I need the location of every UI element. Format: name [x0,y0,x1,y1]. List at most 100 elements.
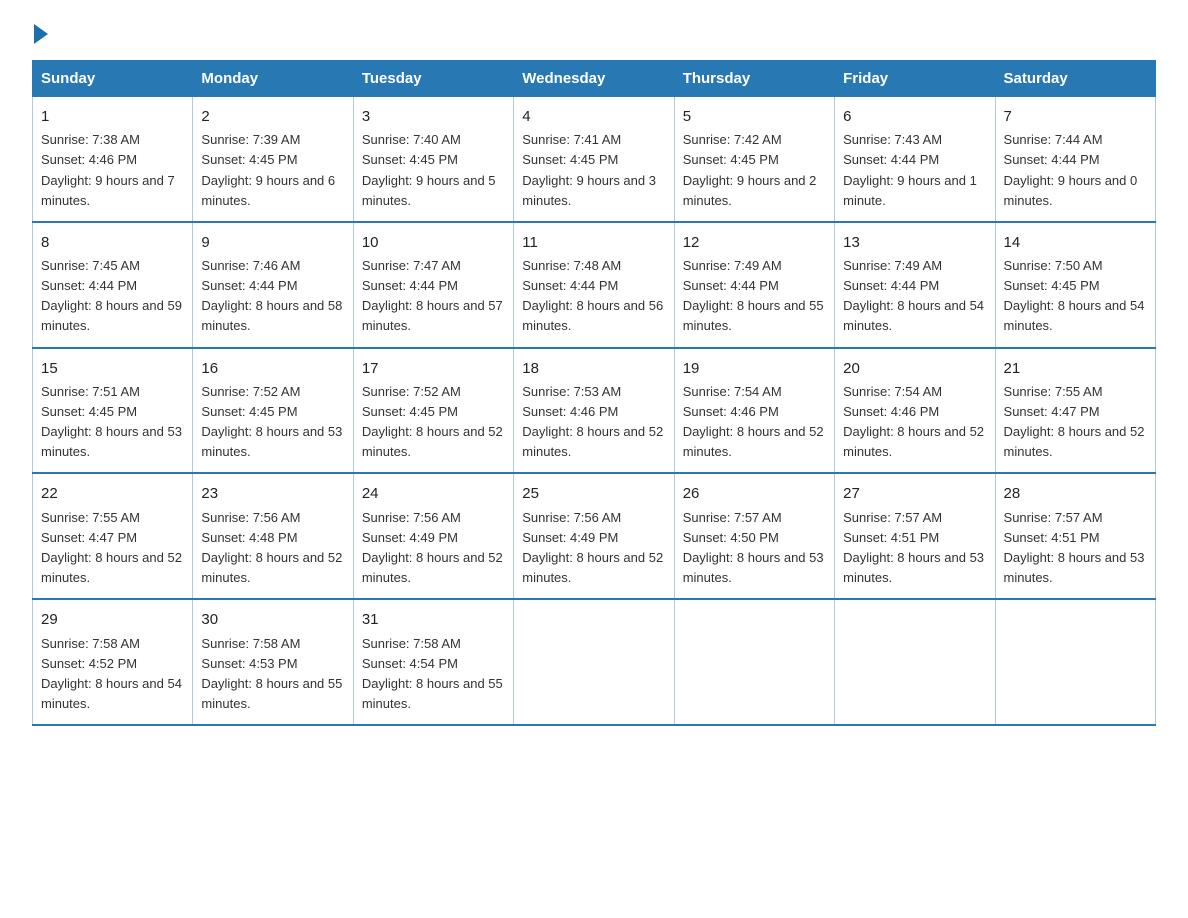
day-info: Sunrise: 7:55 AMSunset: 4:47 PMDaylight:… [41,510,182,585]
day-number: 12 [683,231,826,254]
calendar-body: 1Sunrise: 7:38 AMSunset: 4:46 PMDaylight… [33,97,1156,726]
day-info: Sunrise: 7:49 AMSunset: 4:44 PMDaylight:… [683,258,824,333]
day-cell: 24 Sunrise: 7:56 AMSunset: 4:49 PMDayligh… [353,473,513,599]
day-number: 27 [843,482,986,505]
day-info: Sunrise: 7:47 AMSunset: 4:44 PMDaylight:… [362,258,503,333]
day-cell: 8 Sunrise: 7:45 AMSunset: 4:44 PMDaylight… [33,222,193,348]
day-cell: 15Sunrise: 7:51 AMSunset: 4:45 PMDayligh… [33,348,193,474]
day-info: Sunrise: 7:42 AMSunset: 4:45 PMDaylight:… [683,132,817,207]
day-info: Sunrise: 7:57 AMSunset: 4:51 PMDaylight:… [843,510,984,585]
day-number: 19 [683,357,826,380]
day-info: Sunrise: 7:43 AMSunset: 4:44 PMDaylight:… [843,132,977,207]
day-info: Sunrise: 7:46 AMSunset: 4:44 PMDaylight:… [201,258,342,333]
day-info: Sunrise: 7:58 AMSunset: 4:53 PMDaylight:… [201,636,342,711]
day-info: Sunrise: 7:50 AMSunset: 4:45 PMDaylight:… [1004,258,1145,333]
day-number: 31 [362,608,505,631]
day-info: Sunrise: 7:52 AMSunset: 4:45 PMDaylight:… [362,384,503,459]
day-cell: 19 Sunrise: 7:54 AMSunset: 4:46 PMDayligh… [674,348,834,474]
day-cell: 9Sunrise: 7:46 AMSunset: 4:44 PMDaylight… [193,222,353,348]
day-number: 22 [41,482,184,505]
day-number: 13 [843,231,986,254]
day-cell: 6 Sunrise: 7:43 AMSunset: 4:44 PMDaylight… [835,97,995,222]
day-cell: 17 Sunrise: 7:52 AMSunset: 4:45 PMDayligh… [353,348,513,474]
day-number: 26 [683,482,826,505]
day-info: Sunrise: 7:57 AMSunset: 4:50 PMDaylight:… [683,510,824,585]
week-row-1: 1Sunrise: 7:38 AMSunset: 4:46 PMDaylight… [33,97,1156,222]
day-cell: 16 Sunrise: 7:52 AMSunset: 4:45 PMDayligh… [193,348,353,474]
day-info: Sunrise: 7:53 AMSunset: 4:46 PMDaylight:… [522,384,663,459]
header-cell-saturday: Saturday [995,61,1155,97]
day-cell [514,599,674,725]
day-cell: 13 Sunrise: 7:49 AMSunset: 4:44 PMDayligh… [835,222,995,348]
day-cell: 26 Sunrise: 7:57 AMSunset: 4:50 PMDayligh… [674,473,834,599]
day-info: Sunrise: 7:40 AMSunset: 4:45 PMDaylight:… [362,132,496,207]
day-info: Sunrise: 7:56 AMSunset: 4:48 PMDaylight:… [201,510,342,585]
day-number: 4 [522,105,665,128]
week-row-3: 15Sunrise: 7:51 AMSunset: 4:45 PMDayligh… [33,348,1156,474]
day-cell: 30 Sunrise: 7:58 AMSunset: 4:53 PMDayligh… [193,599,353,725]
day-number: 17 [362,357,505,380]
day-number: 5 [683,105,826,128]
day-number: 7 [1004,105,1147,128]
day-cell: 12 Sunrise: 7:49 AMSunset: 4:44 PMDayligh… [674,222,834,348]
day-number: 24 [362,482,505,505]
day-cell: 22 Sunrise: 7:55 AMSunset: 4:47 PMDayligh… [33,473,193,599]
day-info: Sunrise: 7:54 AMSunset: 4:46 PMDaylight:… [843,384,984,459]
header-row: SundayMondayTuesdayWednesdayThursdayFrid… [33,61,1156,97]
day-number: 30 [201,608,344,631]
day-cell: 18 Sunrise: 7:53 AMSunset: 4:46 PMDayligh… [514,348,674,474]
day-number: 10 [362,231,505,254]
day-info: Sunrise: 7:56 AMSunset: 4:49 PMDaylight:… [362,510,503,585]
day-number: 23 [201,482,344,505]
day-info: Sunrise: 7:41 AMSunset: 4:45 PMDaylight:… [522,132,656,207]
day-info: Sunrise: 7:55 AMSunset: 4:47 PMDaylight:… [1004,384,1145,459]
day-number: 21 [1004,357,1147,380]
day-cell [995,599,1155,725]
header-cell-monday: Monday [193,61,353,97]
page-header [32,24,1156,40]
day-number: 6 [843,105,986,128]
day-cell: 25 Sunrise: 7:56 AMSunset: 4:49 PMDayligh… [514,473,674,599]
day-cell: 23 Sunrise: 7:56 AMSunset: 4:48 PMDayligh… [193,473,353,599]
day-number: 16 [201,357,344,380]
day-cell: 4 Sunrise: 7:41 AMSunset: 4:45 PMDaylight… [514,97,674,222]
day-number: 11 [522,231,665,254]
day-number: 25 [522,482,665,505]
day-number: 15 [41,357,184,380]
header-cell-wednesday: Wednesday [514,61,674,97]
header-cell-thursday: Thursday [674,61,834,97]
day-info: Sunrise: 7:58 AMSunset: 4:54 PMDaylight:… [362,636,503,711]
day-cell: 29 Sunrise: 7:58 AMSunset: 4:52 PMDayligh… [33,599,193,725]
day-cell: 21 Sunrise: 7:55 AMSunset: 4:47 PMDayligh… [995,348,1155,474]
header-cell-sunday: Sunday [33,61,193,97]
day-number: 18 [522,357,665,380]
day-info: Sunrise: 7:56 AMSunset: 4:49 PMDaylight:… [522,510,663,585]
day-number: 29 [41,608,184,631]
day-cell: 10 Sunrise: 7:47 AMSunset: 4:44 PMDayligh… [353,222,513,348]
week-row-2: 8 Sunrise: 7:45 AMSunset: 4:44 PMDaylight… [33,222,1156,348]
day-info: Sunrise: 7:48 AMSunset: 4:44 PMDaylight:… [522,258,663,333]
day-info: Sunrise: 7:45 AMSunset: 4:44 PMDaylight:… [41,258,182,333]
day-info: Sunrise: 7:44 AMSunset: 4:44 PMDaylight:… [1004,132,1138,207]
day-number: 3 [362,105,505,128]
day-info: Sunrise: 7:54 AMSunset: 4:46 PMDaylight:… [683,384,824,459]
day-cell: 14Sunrise: 7:50 AMSunset: 4:45 PMDayligh… [995,222,1155,348]
day-number: 1 [41,105,184,128]
day-info: Sunrise: 7:57 AMSunset: 4:51 PMDaylight:… [1004,510,1145,585]
header-cell-friday: Friday [835,61,995,97]
week-row-4: 22 Sunrise: 7:55 AMSunset: 4:47 PMDayligh… [33,473,1156,599]
day-number: 2 [201,105,344,128]
day-info: Sunrise: 7:49 AMSunset: 4:44 PMDaylight:… [843,258,984,333]
week-row-5: 29 Sunrise: 7:58 AMSunset: 4:52 PMDayligh… [33,599,1156,725]
day-info: Sunrise: 7:52 AMSunset: 4:45 PMDaylight:… [201,384,342,459]
day-cell: 3 Sunrise: 7:40 AMSunset: 4:45 PMDaylight… [353,97,513,222]
day-cell: 5 Sunrise: 7:42 AMSunset: 4:45 PMDaylight… [674,97,834,222]
day-number: 20 [843,357,986,380]
day-number: 8 [41,231,184,254]
day-info: Sunrise: 7:39 AMSunset: 4:45 PMDaylight:… [201,132,335,207]
day-cell: 1Sunrise: 7:38 AMSunset: 4:46 PMDaylight… [33,97,193,222]
day-cell: 28Sunrise: 7:57 AMSunset: 4:51 PMDayligh… [995,473,1155,599]
day-cell [674,599,834,725]
calendar-header: SundayMondayTuesdayWednesdayThursdayFrid… [33,61,1156,97]
day-info: Sunrise: 7:58 AMSunset: 4:52 PMDaylight:… [41,636,182,711]
